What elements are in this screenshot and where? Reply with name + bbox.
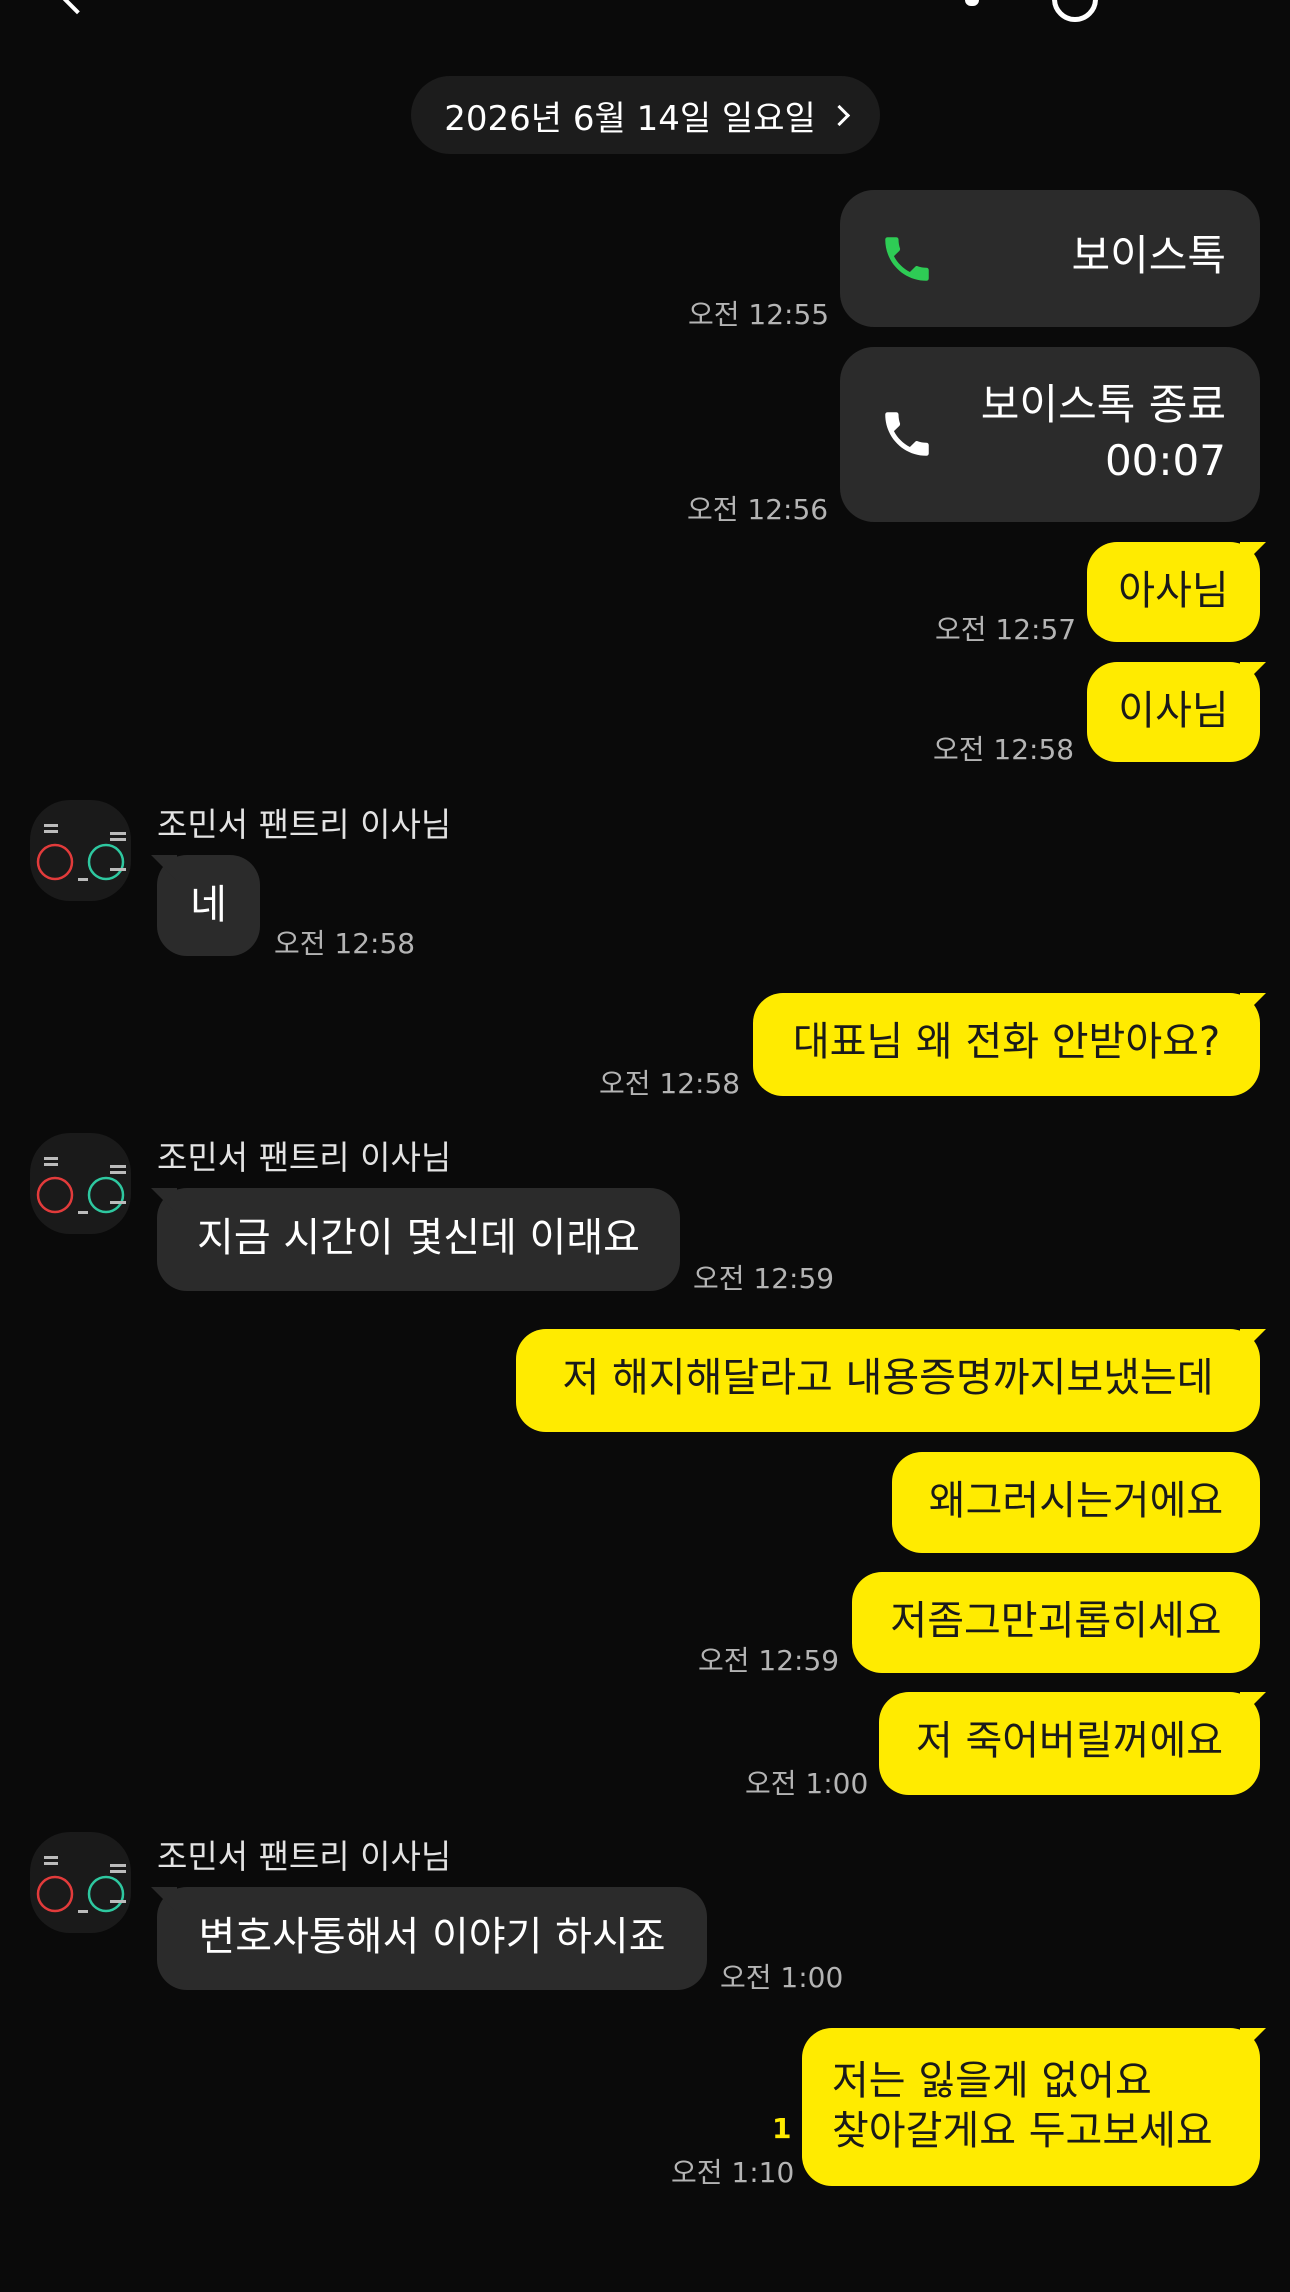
my-message-bubble[interactable]: 저 죽어버릴꺼에요 [879, 1692, 1260, 1795]
message-text: 대표님 왜 전화 안받아요? [792, 1019, 1221, 1065]
message-text: 아사님 [1118, 568, 1229, 614]
back-chevron-icon[interactable] [55, 0, 99, 15]
message-time: 오전 1:00 [720, 1961, 844, 1994]
message-text-line: 찾아갈게요 두고보세요 [832, 2108, 1213, 2154]
chevron-right-icon [828, 104, 850, 126]
message-time: 오전 1:00 [745, 1767, 869, 1800]
menu-icon[interactable] [1052, 0, 1098, 22]
avatar-image [36, 1856, 126, 1913]
voice-call-card[interactable]: 보이스톡 [840, 190, 1260, 327]
call-end-label: 보이스톡 종료 [980, 380, 1226, 429]
message-time: 오전 12:59 [698, 1644, 840, 1677]
received-message-bubble[interactable]: 네 [157, 855, 260, 956]
message-text: 이사님 [1118, 688, 1229, 734]
avatar-image [36, 824, 126, 881]
message-time: 오전 12:58 [933, 733, 1075, 766]
phone-icon [878, 230, 936, 288]
message-time: 오전 12:58 [599, 1067, 741, 1100]
my-message-bubble[interactable]: 이사님 [1087, 662, 1260, 762]
my-message-bubble[interactable]: 저 해지해달라고 내용증명까지보냈는데 [516, 1329, 1260, 1432]
my-message-bubble[interactable]: 아사님 [1087, 542, 1260, 642]
message-time: 오전 12:56 [687, 493, 829, 526]
search-icon[interactable] [965, 0, 979, 6]
voice-call-end-card[interactable]: 보이스톡 종료 00:07 [840, 347, 1260, 522]
call-label: 보이스톡 [1071, 231, 1226, 280]
sender-name: 조민서 팬트리 이사님 [157, 1138, 452, 1177]
message-text: 네 [190, 882, 227, 928]
message-time: 오전 12:55 [688, 298, 830, 331]
message-text-line: 저는 잃을게 없어요 [832, 2058, 1152, 2104]
sender-name: 조민서 팬트리 이사님 [157, 805, 452, 844]
unread-count: 1 [772, 2112, 792, 2145]
status-top-strip [0, 0, 1290, 22]
phone-icon [878, 405, 936, 463]
sender-avatar[interactable] [30, 1133, 131, 1234]
my-message-bubble[interactable]: 저좀그만괴롭히세요 [852, 1572, 1260, 1673]
my-message-bubble[interactable]: 대표님 왜 전화 안받아요? [753, 993, 1260, 1096]
sender-avatar[interactable] [30, 1832, 131, 1933]
message-text: 저좀그만괴롭히세요 [890, 1598, 1222, 1644]
received-message-bubble[interactable]: 변호사통해서 이야기 하시죠 [157, 1887, 707, 1990]
message-time: 오전 12:57 [935, 613, 1077, 646]
sender-avatar[interactable] [30, 800, 131, 901]
date-divider[interactable]: 2026년 6월 14일 일요일 [411, 76, 880, 154]
message-time: 오전 12:59 [693, 1262, 835, 1295]
sender-name: 조민서 팬트리 이사님 [157, 1837, 452, 1876]
message-text: 변호사통해서 이야기 하시죠 [198, 1914, 666, 1960]
avatar-image [36, 1157, 126, 1214]
my-message-bubble[interactable]: 왜그러시는거에요 [892, 1452, 1260, 1553]
date-divider-label: 2026년 6월 14일 일요일 [444, 98, 816, 139]
call-duration: 00:07 [1104, 436, 1226, 485]
message-time: 오전 1:10 [671, 2156, 795, 2189]
message-text: 저 해지해달라고 내용증명까지보냈는데 [562, 1355, 1214, 1401]
received-message-bubble[interactable]: 지금 시간이 몇신데 이래요 [157, 1188, 680, 1291]
message-time: 오전 12:58 [274, 927, 416, 960]
my-message-bubble[interactable]: 저는 잃을게 없어요 찾아갈게요 두고보세요 [802, 2028, 1260, 2186]
message-text: 왜그러시는거에요 [928, 1478, 1224, 1524]
message-text: 지금 시간이 몇신데 이래요 [197, 1215, 640, 1261]
message-text: 저 죽어버릴꺼에요 [915, 1718, 1224, 1764]
